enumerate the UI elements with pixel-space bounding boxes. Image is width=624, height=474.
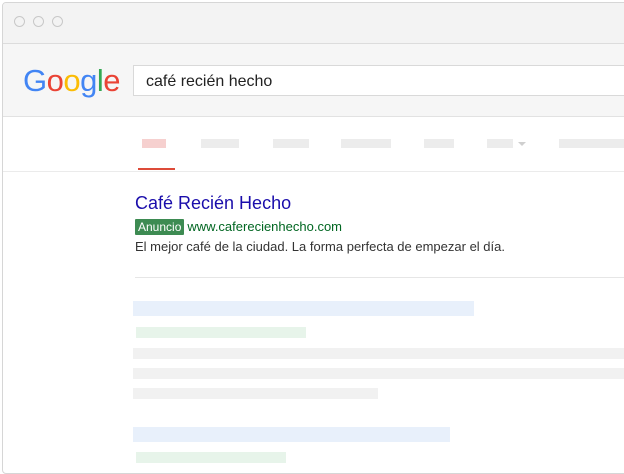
ad-badge: Anuncio <box>135 219 185 235</box>
result-url-placeholder <box>136 327 306 338</box>
tab-all[interactable] <box>142 139 166 148</box>
tab-placeholder[interactable] <box>273 139 309 148</box>
result-url-placeholder <box>136 452 286 463</box>
title-bar <box>3 3 624 44</box>
ad-result: Café Recién Hecho Anuncio www.caferecienh… <box>135 191 505 254</box>
result-text-placeholder <box>133 348 624 359</box>
google-logo[interactable]: Google <box>23 61 121 101</box>
minimize-window-button[interactable] <box>33 16 44 27</box>
result-text-placeholder <box>133 388 378 399</box>
ad-url[interactable]: www.caferecienhecho.com <box>187 219 342 234</box>
result-title-placeholder <box>133 301 474 316</box>
search-input[interactable]: café recién hecho <box>133 65 624 96</box>
search-header: Google café recién hecho <box>3 44 624 117</box>
close-window-button[interactable] <box>14 16 25 27</box>
search-query: café recién hecho <box>146 73 273 90</box>
logo-letter: g <box>80 63 97 98</box>
logo-letter: G <box>23 63 47 98</box>
results-divider <box>135 277 624 278</box>
chevron-down-icon <box>518 142 526 146</box>
tab-placeholder[interactable] <box>341 139 391 148</box>
tab-placeholder[interactable] <box>201 139 239 148</box>
result-text-placeholder <box>133 368 624 379</box>
logo-letter: o <box>63 63 81 98</box>
ad-url-line: Anuncio www.caferecienhecho.com <box>135 218 342 235</box>
logo-letter: e <box>103 63 121 98</box>
browser-window: Google café recién hecho Café Recién Hec… <box>2 2 624 474</box>
active-tab-indicator <box>138 168 175 170</box>
search-tabs <box>3 117 624 172</box>
logo-letter: o <box>46 63 64 98</box>
tab-placeholder[interactable] <box>559 139 624 148</box>
result-title-placeholder <box>133 427 450 442</box>
tab-placeholder[interactable] <box>424 139 454 148</box>
tab-more[interactable] <box>487 139 513 148</box>
ad-title-link[interactable]: Café Recién Hecho <box>135 191 291 215</box>
maximize-window-button[interactable] <box>52 16 63 27</box>
ad-description: El mejor café de la ciudad. La forma per… <box>135 239 505 254</box>
